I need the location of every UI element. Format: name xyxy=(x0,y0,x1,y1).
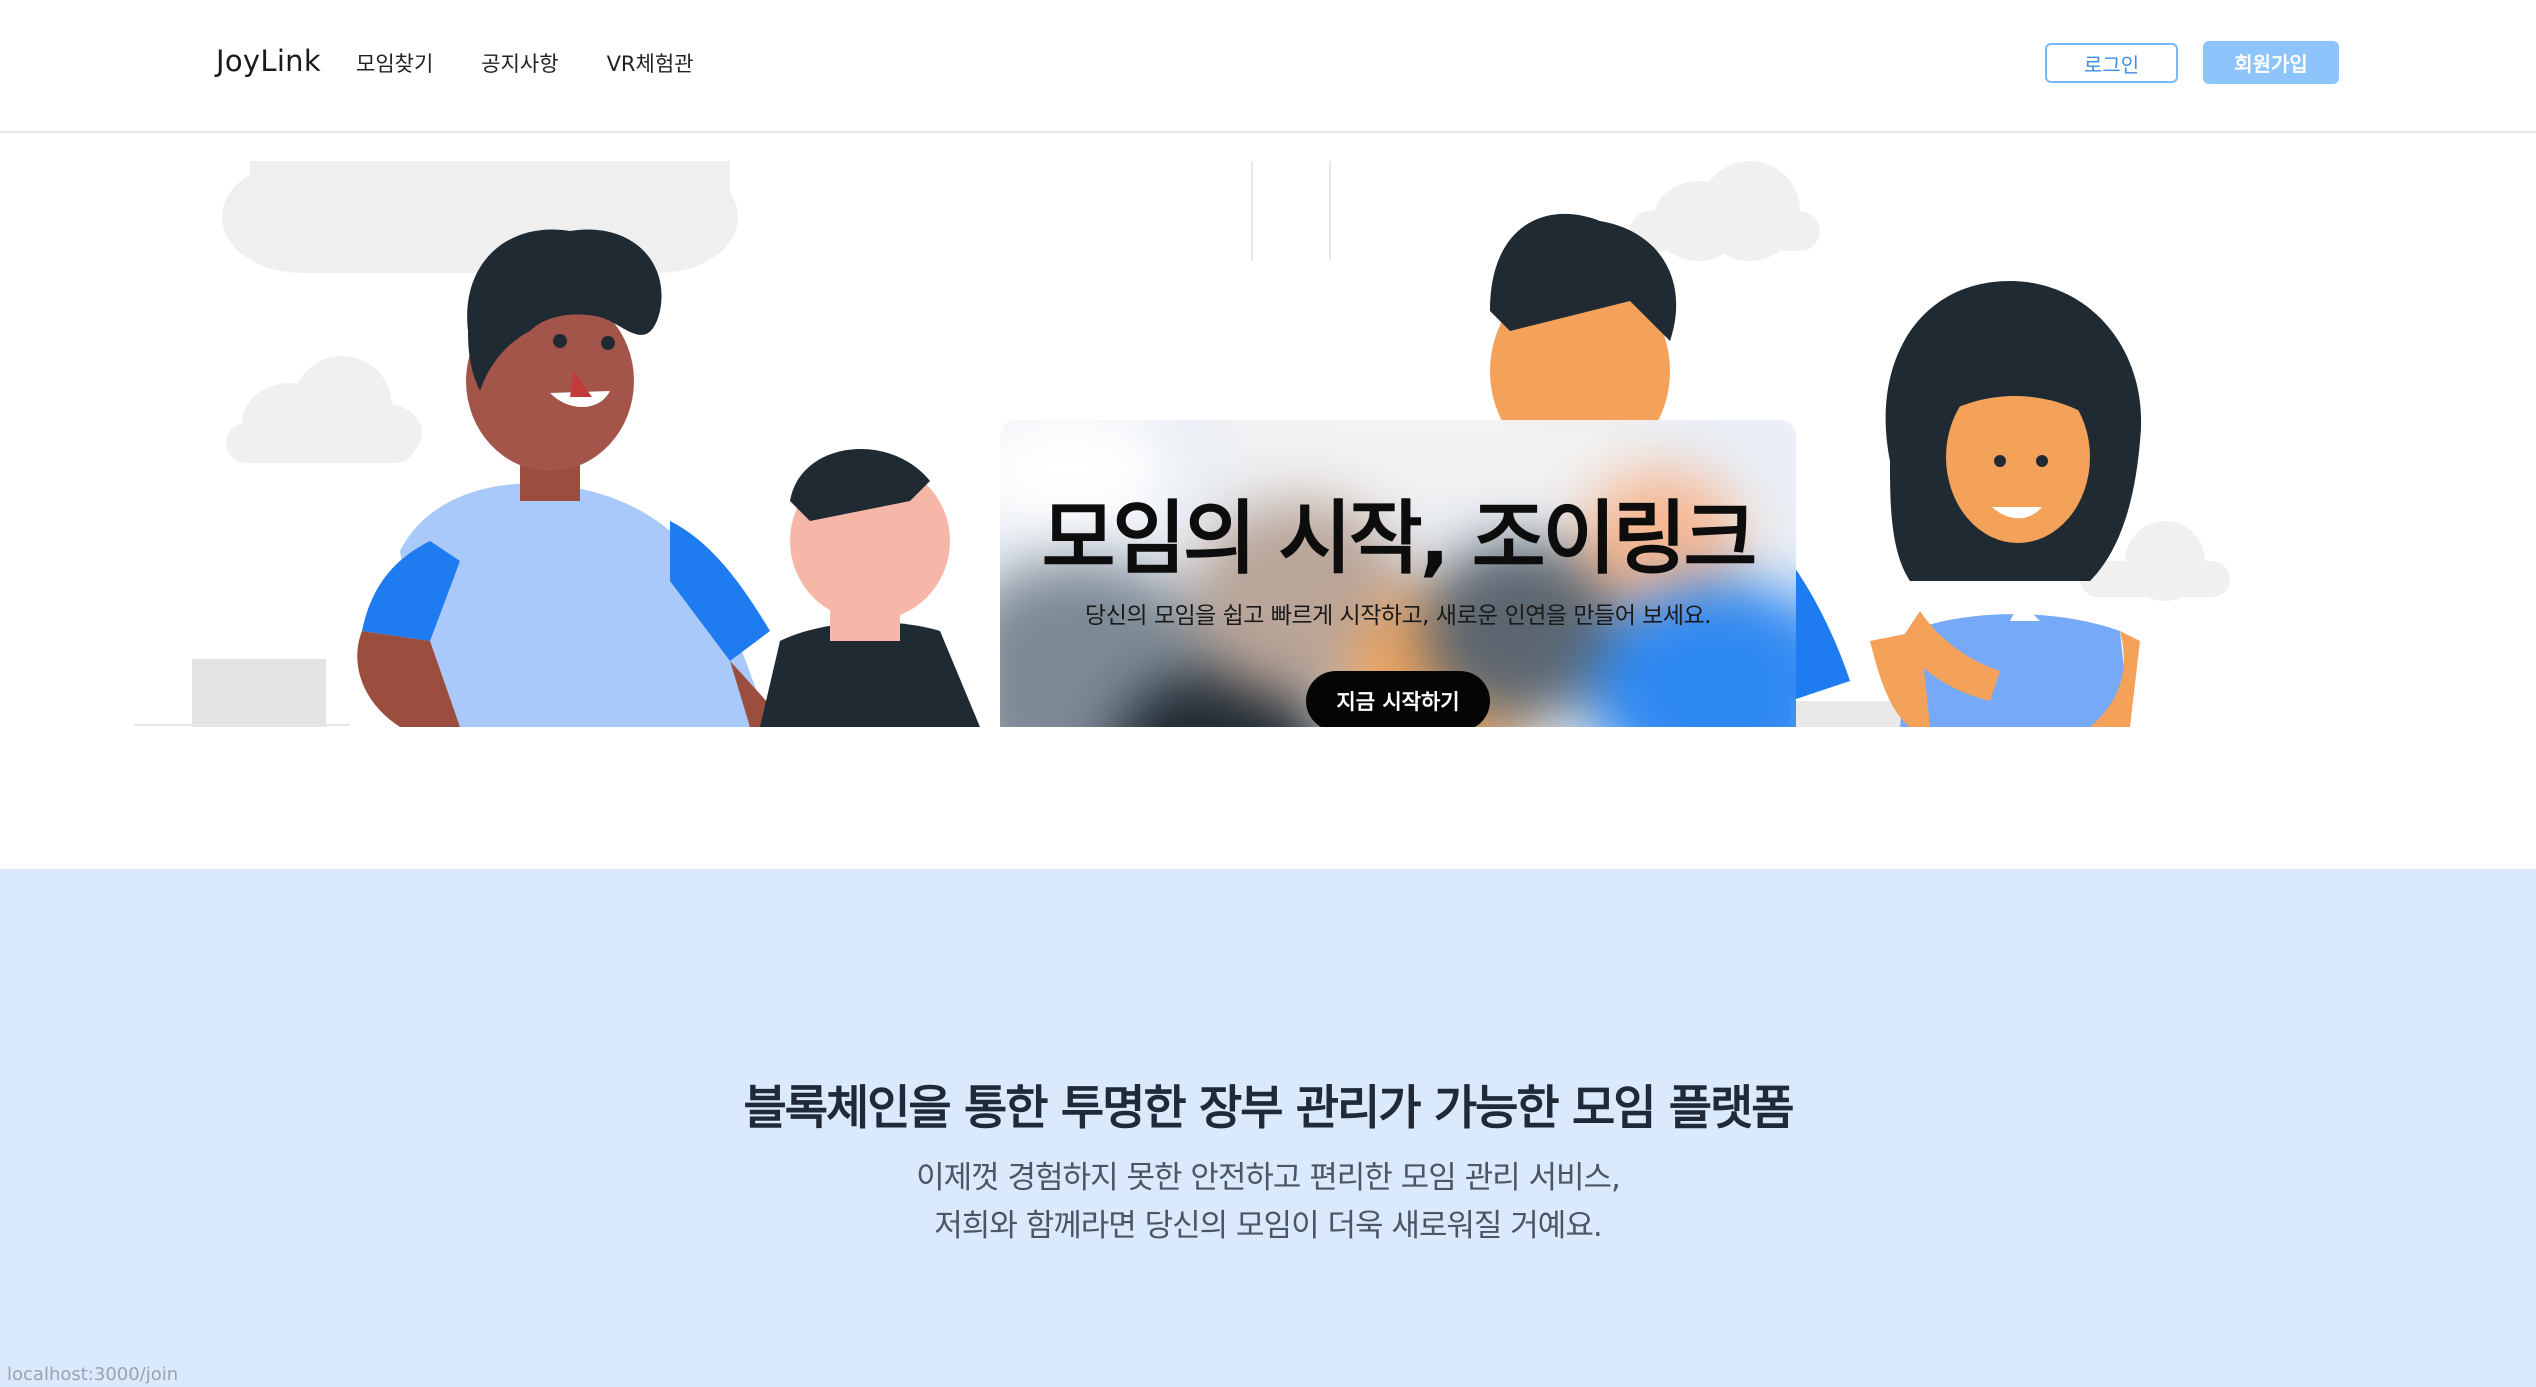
signup-button[interactable]: 회원가입 xyxy=(2203,41,2339,84)
feature-section: 블록체인을 통한 투명한 장부 관리가 가능한 모임 플랫폼 이제껏 경험하지 … xyxy=(0,869,2536,1387)
hero-card: 모임의 시작, 조이링크 당신의 모임을 쉽고 빠르게 시작하고, 새로운 인연… xyxy=(1000,420,1796,727)
feature-desc-line-2: 저희와 함께라면 당신의 모임이 더욱 새로워질 거예요. xyxy=(934,1208,1602,1244)
hero-subtitle: 당신의 모임을 쉽고 빠르게 시작하고, 새로운 인연을 만들어 보세요. xyxy=(1085,603,1711,629)
hero-illustration: 모임의 시작, 조이링크 당신의 모임을 쉽고 빠르게 시작하고, 새로운 인연… xyxy=(130,161,2230,727)
main-nav: 모임찾기 공지사항 VR체험관 xyxy=(356,48,693,78)
site-header: JoyLink 모임찾기 공지사항 VR체험관 로그인 회원가입 xyxy=(0,0,2536,133)
nav-item-notices[interactable]: 공지사항 xyxy=(481,48,558,78)
nav-item-vr[interactable]: VR체험관 xyxy=(607,48,694,78)
feature-title: 블록체인을 통한 투명한 장부 관리가 가능한 모임 플랫폼 xyxy=(743,1081,1794,1136)
start-now-button[interactable]: 지금 시작하기 xyxy=(1306,671,1490,727)
nav-item-find-groups[interactable]: 모임찾기 xyxy=(356,48,433,78)
feature-description: 이제껏 경험하지 못한 안전하고 편리한 모임 관리 서비스, 저희와 함께라면… xyxy=(0,1154,2536,1250)
login-button[interactable]: 로그인 xyxy=(2045,43,2178,83)
feature-desc-line-1: 이제껏 경험하지 못한 안전하고 편리한 모임 관리 서비스, xyxy=(916,1160,1621,1196)
hero-title: 모임의 시작, 조이링크 xyxy=(1041,492,1758,585)
logo[interactable]: JoyLink xyxy=(216,44,321,78)
status-bar-url: localhost:3000/join xyxy=(7,1364,179,1385)
